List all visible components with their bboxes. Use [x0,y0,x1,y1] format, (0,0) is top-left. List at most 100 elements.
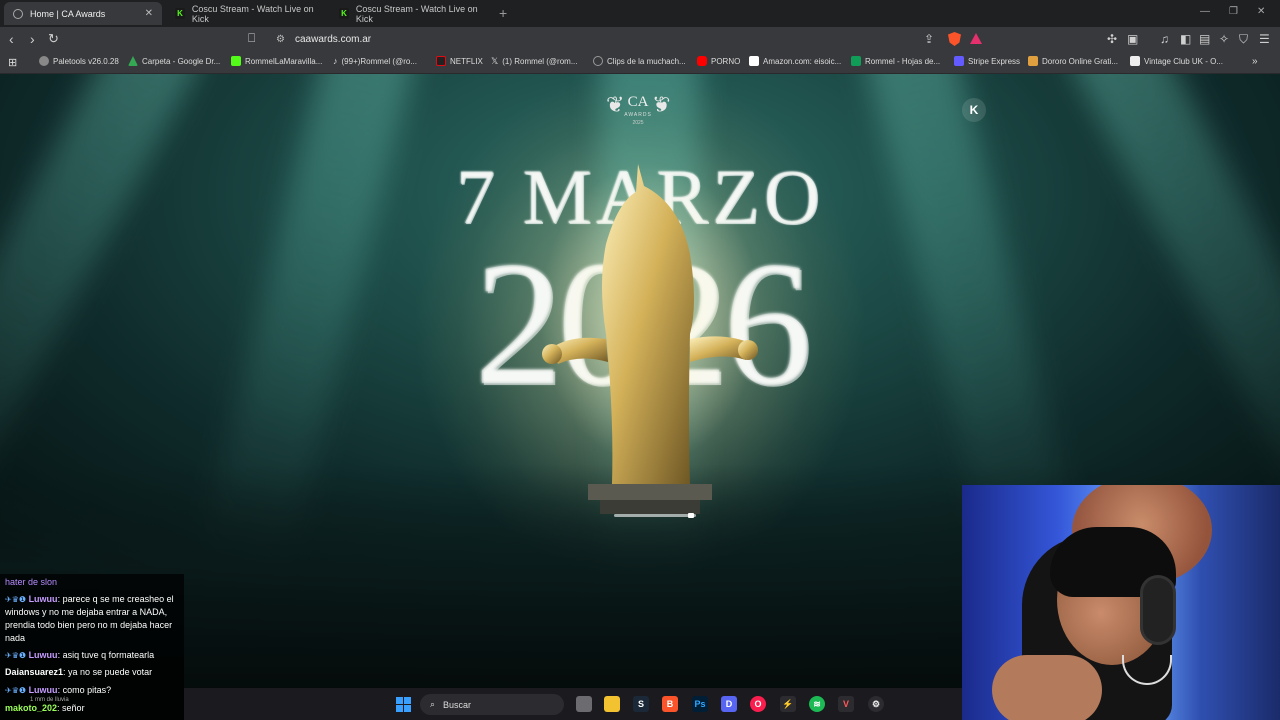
window-close-icon[interactable]: ✕ [1257,6,1265,17]
vpn-icon[interactable]: ⛉ [1239,32,1248,47]
address-bar: ‹ › ↻ ⎕ ⚙ caawards.com.ar ⇪ ✣ ▣ ♫ ◧ ▤ ✧ … [0,27,1280,52]
sheets-icon [851,56,861,66]
bookmark-item[interactable]: RommelLaMaravilla... [231,56,322,66]
minimize-icon[interactable]: — [1200,6,1210,17]
chat-message: ✈♛❶ Luwuu: asiq tuve q formatearla [5,650,155,660]
bookmark-label: Clips de la muchach... [607,56,686,66]
bookmark-item[interactable]: Rommel - Hojas de... [851,56,940,66]
discord-icon[interactable]: D [721,696,737,712]
bookmark-item[interactable]: Amazon.com: eisoic... [749,56,841,66]
headphones-icon [1140,575,1176,645]
bookmark-label: Vintage Club UK - O... [1144,56,1223,66]
chat-message: ✈♛❶ Luwuu: parece q se me creasheo el wi… [5,594,174,643]
kick-link-button[interactable]: K [962,98,986,122]
tab-strip: Home | CA Awards ✕ K Coscu Stream - Watc… [0,0,1280,27]
globe-icon [593,56,603,66]
bookmark-favicon [128,56,138,66]
apps-grid-icon[interactable]: ⊞ [8,56,17,69]
url-field[interactable]: ⚙ caawards.com.ar [271,30,991,49]
app-icon[interactable]: ⚡ [780,696,796,712]
bookmark-item[interactable]: Carpeta - Google Dr... [128,56,220,66]
bookmark-item[interactable]: PORNO [697,56,740,66]
tiktok-icon: ♪ [333,56,338,66]
back-icon[interactable]: ‹ [9,31,14,47]
chat-badges-icon: ✈♛❶ [5,686,27,695]
site-settings-icon[interactable]: ⚙ [276,34,285,45]
logo-sub: AWARDS [624,112,652,118]
chat-message: makoto_202: señor [5,703,85,713]
wallet-icon[interactable]: ▤ [1199,32,1210,46]
tab-coscu-stream-2[interactable]: K Coscu Stream - Watch Live on Kick [330,2,492,25]
logo-year: 2025 [632,120,644,126]
youtube-icon [697,56,707,66]
more-bookmarks-icon[interactable]: » [1252,56,1258,67]
tab-title: Coscu Stream - Watch Live on Kick [191,3,314,24]
taskbar-search[interactable]: ⌕ Buscar [420,694,564,715]
bookmark-label: Rommel - Hojas de... [865,56,941,66]
settings-gear-icon[interactable]: ⚙ [868,696,884,712]
bookmark-label: (99+)Rommel (@ro... [341,56,417,66]
media-icon[interactable]: ♫ [1160,32,1169,46]
task-view-icon[interactable] [576,696,592,712]
bookmark-item[interactable]: NETFLIX [436,56,483,66]
chat-text: hater de slon [5,577,58,587]
carousel-dot[interactable] [688,513,694,518]
chat-username: Luwuu [28,594,58,604]
trophy-image [540,164,760,514]
chat-text: ya no se puede votar [68,667,153,677]
forward-icon[interactable]: › [30,31,35,47]
x-icon: 𝕏 [491,56,499,66]
bookmark-label: Carpeta - Google Dr... [142,56,221,66]
carousel-indicator[interactable] [614,514,696,517]
chat-message: hater de slon [5,576,181,589]
menu-icon[interactable]: ☰ [1259,32,1270,46]
share-icon[interactable]: ⇪ [924,32,934,46]
search-icon: ⌕ [430,699,436,709]
streamer-webcam [962,485,1280,720]
globe-icon [13,8,23,19]
bookmark-item[interactable]: Dororo Online Grati... [1028,56,1118,66]
amazon-icon [749,56,759,66]
chat-username: Daiansuarez1 [5,667,64,677]
bookmark-label: Stripe Express [968,56,1021,66]
windows-start-icon[interactable] [396,697,411,712]
opera-gx-icon[interactable]: O [750,696,766,712]
new-tab-button[interactable]: + [499,5,507,21]
brave-browser-icon[interactable]: B [662,696,678,712]
bookmark-item[interactable]: Vintage Club UK - O... [1130,56,1223,66]
sidebar-icon[interactable]: ◧ [1180,32,1191,46]
ca-awards-logo[interactable]: ❦ ❦ CA AWARDS 2025 [606,90,670,130]
tab-title: Home | CA Awards [30,8,106,19]
reload-icon[interactable]: ↻ [48,31,59,47]
spotify-icon[interactable]: ≋ [809,696,825,712]
tab-ca-awards[interactable]: Home | CA Awards ✕ [4,2,162,25]
restore-icon[interactable]: ❐ [1229,6,1238,17]
close-icon[interactable]: ✕ [145,8,153,19]
bookmark-favicon [231,56,241,66]
photoshop-icon[interactable]: Ps [692,696,708,712]
extensions-icon[interactable]: ✣ [1107,32,1117,46]
leo-ai-icon[interactable]: ✧ [1219,32,1229,46]
bookmark-icon[interactable]: ⎕ [248,31,255,46]
file-explorer-icon[interactable] [604,696,620,712]
steam-icon[interactable]: S [633,696,649,712]
bookmark-favicon [39,56,49,66]
bookmark-label: PORNO [711,56,741,66]
bookmark-label: Amazon.com: eisoic... [763,56,842,66]
brave-rewards-icon[interactable] [970,33,982,44]
dororo-icon [1028,56,1038,66]
chat-username: makoto_202 [5,703,58,713]
bookmark-item[interactable]: Clips de la muchach... [593,56,686,66]
tab-coscu-stream-1[interactable]: K Coscu Stream - Watch Live on Kick [166,2,328,25]
bookmark-item[interactable]: Paletools v26.0.28 [39,56,119,66]
valorant-icon[interactable]: V [838,696,854,712]
search-label: Buscar [443,699,472,710]
url-text: caawards.com.ar [295,34,372,45]
bookmark-item[interactable]: ♪ (99+)Rommel (@ro... [333,56,417,66]
bookmark-item[interactable]: Stripe Express [954,56,1020,66]
kick-icon: K [339,8,349,19]
bookmark-item[interactable]: 𝕏 (1) Rommel (@rom... [491,56,578,67]
kick-icon: K [175,8,185,19]
screenshot-icon[interactable]: ▣ [1127,32,1138,46]
chat-text: señor [62,703,85,713]
